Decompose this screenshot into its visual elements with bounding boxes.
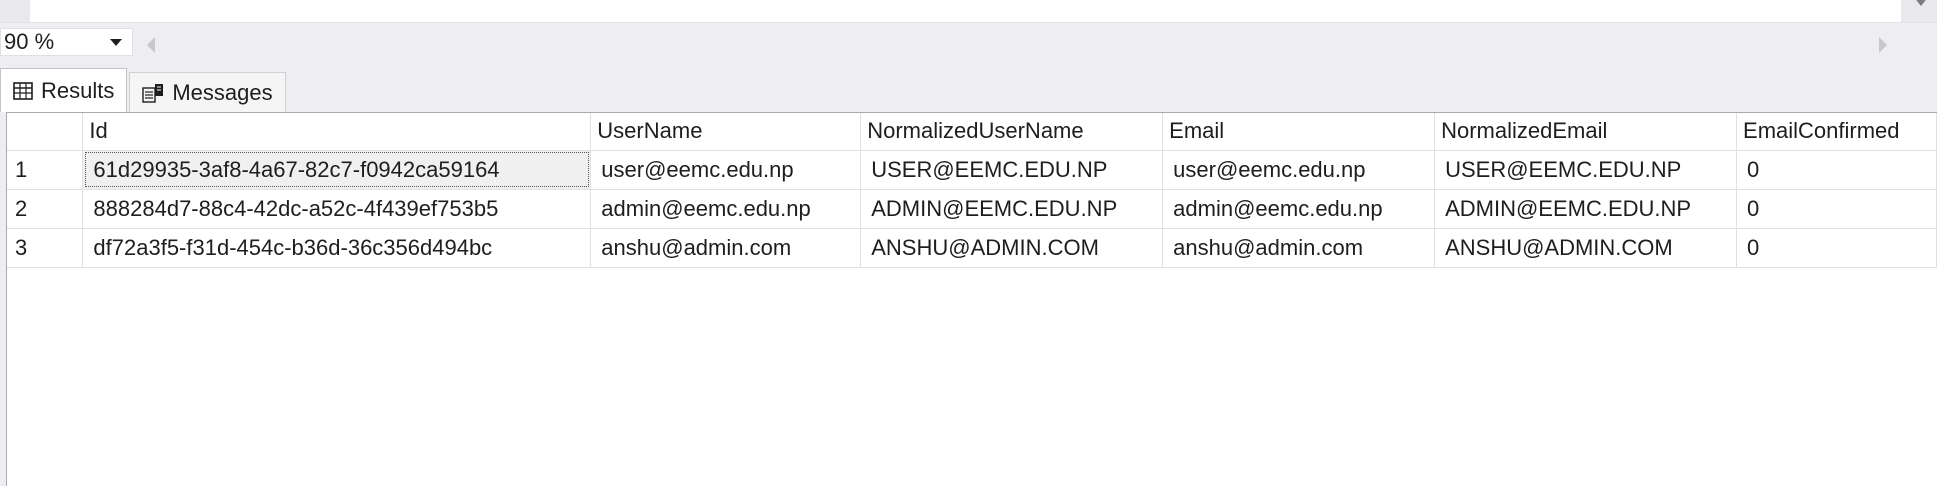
zoom-value: 90 % — [4, 29, 55, 54]
row-header-corner[interactable] — [7, 113, 84, 151]
results-table: Id UserName NormalizedUserName Email Nor… — [7, 113, 1937, 268]
column-header-email[interactable]: Email — [1162, 113, 1436, 151]
scroll-right-arrow-icon[interactable] — [1879, 37, 1887, 53]
horizontal-scrollbar[interactable] — [135, 30, 1895, 56]
cell-normalized-username[interactable]: USER@EEMC.EDU.NP — [860, 150, 1164, 190]
column-header-normalized-email[interactable]: NormalizedEmail — [1434, 113, 1738, 151]
table-row[interactable]: 3 df72a3f5-f31d-454c-b36d-36c356d494bc a… — [7, 228, 1937, 268]
cell-email[interactable]: anshu@admin.com — [1162, 228, 1436, 268]
editor-gutter — [0, 0, 30, 22]
cell-normalized-username[interactable]: ADMIN@EEMC.EDU.NP — [860, 189, 1164, 229]
results-grid[interactable]: Id UserName NormalizedUserName Email Nor… — [6, 112, 1937, 486]
cell-normalized-email[interactable]: ADMIN@EEMC.EDU.NP — [1434, 189, 1738, 229]
cell-email[interactable]: admin@eemc.edu.np — [1162, 189, 1436, 229]
cell-username[interactable]: admin@eemc.edu.np — [590, 189, 862, 229]
cell-normalized-username[interactable]: ANSHU@ADMIN.COM — [860, 228, 1164, 268]
cell-id[interactable]: 61d29935-3af8-4a67-82c7-f0942ca59164 — [82, 150, 592, 190]
cell-id[interactable]: 888284d7-88c4-42dc-a52c-4f439ef753b5 — [82, 189, 592, 229]
tab-messages-label: Messages — [172, 79, 273, 105]
tab-results-label: Results — [41, 77, 115, 103]
column-header-email-confirmed[interactable]: EmailConfirmed — [1736, 113, 1937, 151]
tab-results[interactable]: Results — [0, 68, 128, 112]
cell-normalized-email[interactable]: ANSHU@ADMIN.COM — [1434, 228, 1738, 268]
messages-icon — [142, 83, 164, 103]
cell-id[interactable]: df72a3f5-f31d-454c-b36d-36c356d494bc — [82, 228, 592, 268]
scroll-left-arrow-icon[interactable] — [147, 37, 155, 53]
header-row: Id UserName NormalizedUserName Email Nor… — [7, 113, 1937, 151]
column-header-username[interactable]: UserName — [590, 113, 862, 151]
cell-username[interactable]: anshu@admin.com — [590, 228, 862, 268]
result-tabs: Results Messages — [0, 68, 288, 112]
zoom-bar: 90 % — [0, 24, 1937, 60]
column-header-normalized-username[interactable]: NormalizedUserName — [860, 113, 1164, 151]
cell-email-confirmed[interactable]: 0 — [1736, 228, 1937, 268]
scroll-down-arrow-icon[interactable] — [1913, 0, 1929, 6]
tab-messages[interactable]: Messages — [129, 72, 286, 112]
editor-vertical-scrollbar[interactable] — [1901, 0, 1937, 22]
row-number[interactable]: 2 — [7, 189, 84, 229]
cell-email-confirmed[interactable]: 0 — [1736, 189, 1937, 229]
cell-username[interactable]: user@eemc.edu.np — [590, 150, 862, 190]
cell-normalized-email[interactable]: USER@EEMC.EDU.NP — [1434, 150, 1738, 190]
column-header-id[interactable]: Id — [82, 113, 592, 151]
row-number[interactable]: 1 — [7, 150, 84, 190]
query-editor-strip[interactable] — [0, 0, 1937, 23]
cell-email-confirmed[interactable]: 0 — [1736, 150, 1937, 190]
table-row[interactable]: 1 61d29935-3af8-4a67-82c7-f0942ca59164 u… — [7, 150, 1937, 190]
cell-email[interactable]: user@eemc.edu.np — [1162, 150, 1436, 190]
row-number[interactable]: 3 — [7, 228, 84, 268]
zoom-dropdown[interactable]: 90 % — [0, 28, 133, 56]
table-row[interactable]: 2 888284d7-88c4-42dc-a52c-4f439ef753b5 a… — [7, 189, 1937, 229]
chevron-down-icon[interactable] — [110, 38, 122, 46]
grid-icon — [13, 81, 33, 100]
